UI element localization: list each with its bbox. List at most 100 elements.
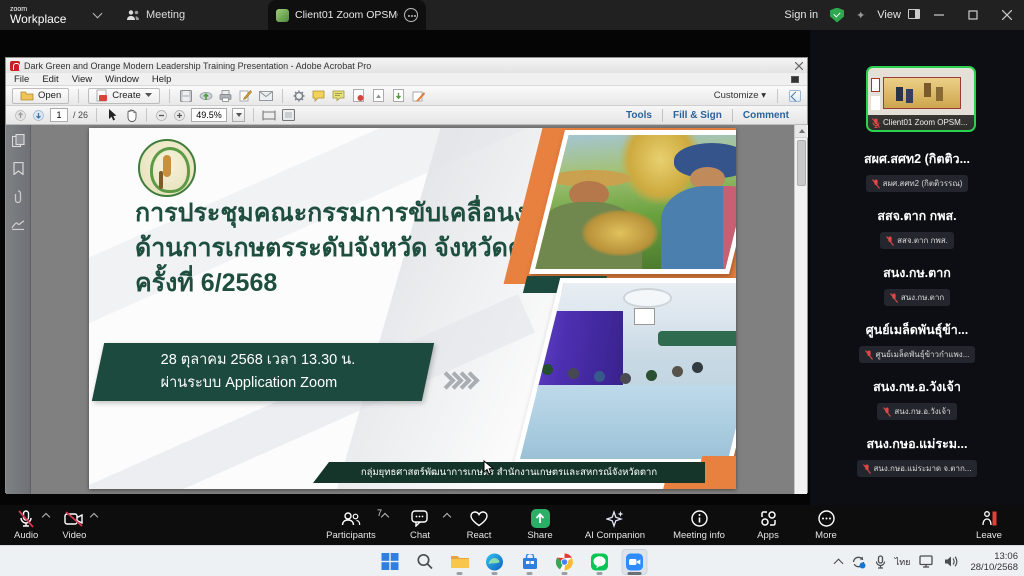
fit-page-icon[interactable] <box>281 108 295 122</box>
zoom-out-button[interactable] <box>155 109 168 122</box>
menu-file[interactable]: File <box>14 74 29 85</box>
view-button[interactable]: View <box>877 9 920 21</box>
next-page-button[interactable] <box>32 109 45 122</box>
more-button[interactable]: More <box>804 505 848 545</box>
participants-options-caret[interactable] <box>381 513 389 521</box>
start-button[interactable] <box>377 549 403 575</box>
file-explorer-icon[interactable] <box>447 549 473 575</box>
tray-mic-icon[interactable] <box>875 555 886 569</box>
sign-in-button[interactable]: Sign in <box>784 9 818 21</box>
tray-expand-icon[interactable] <box>833 558 843 568</box>
close-button[interactable] <box>990 0 1024 30</box>
zoom-app-icon[interactable] <box>622 549 648 575</box>
save-icon[interactable] <box>179 89 193 103</box>
react-button[interactable]: React <box>456 505 502 545</box>
acrobat-nav-toolbar: / 26 Tools <box>6 106 807 125</box>
upload-cloud-icon[interactable] <box>199 89 213 103</box>
language-indicator[interactable]: ไทย <box>895 555 911 569</box>
sign-icon[interactable] <box>239 89 253 103</box>
participant-tile[interactable]: สนง.กษ.ตาก สนง.กษ.ตาก <box>810 254 1024 311</box>
chat-options-caret[interactable] <box>443 513 451 521</box>
tools-panel-tab[interactable]: Tools <box>616 110 662 121</box>
muted-mic-icon <box>863 464 871 474</box>
page-number-input[interactable] <box>50 108 68 122</box>
ai-companion-button[interactable]: AI Companion <box>578 505 652 545</box>
gear-icon[interactable] <box>292 89 306 103</box>
mouse-cursor <box>483 460 494 476</box>
pages-panel-icon[interactable] <box>12 134 25 147</box>
fill-sign-panel-tab[interactable]: Fill & Sign <box>663 110 732 121</box>
scroll-up-arrow[interactable] <box>795 125 808 138</box>
document-restore-icon[interactable] <box>791 76 799 83</box>
pdf-export-icon[interactable] <box>352 89 366 103</box>
tab-meeting[interactable]: Meeting <box>118 0 193 30</box>
acrobat-close-icon[interactable] <box>795 62 803 70</box>
chevron-down-icon[interactable] <box>93 9 103 19</box>
participants-button[interactable]: Participants 7 <box>318 505 384 545</box>
menu-help[interactable]: Help <box>152 74 172 85</box>
video-button[interactable]: Video <box>62 505 86 545</box>
scrollbar-thumb[interactable] <box>797 140 806 186</box>
signatures-panel-icon[interactable] <box>11 219 25 230</box>
people-icon <box>126 9 140 21</box>
leave-button[interactable]: Leave <box>966 505 1012 545</box>
zoom-meeting-window: zoom Workplace Meeting Client01 Zoom OPS… <box>0 0 1024 576</box>
microsoft-store-icon[interactable] <box>517 549 543 575</box>
expand-toolbar-icon[interactable] <box>789 90 801 102</box>
participant-tile[interactable]: ศูนย์เมล็ดพันธุ์ข้า... ศูนย์เมล็ดพันธุ์ข… <box>810 311 1024 368</box>
search-button[interactable] <box>412 549 438 575</box>
network-display-icon[interactable] <box>919 555 935 568</box>
pdf-download-icon[interactable] <box>392 89 406 103</box>
comment-bubble-icon[interactable] <box>312 89 326 103</box>
create-button[interactable]: Create <box>88 88 160 104</box>
menu-edit[interactable]: Edit <box>42 74 58 85</box>
taskbar-clock[interactable]: 13:06 28/10/2568 <box>970 551 1018 573</box>
maximize-button[interactable] <box>956 0 990 30</box>
print-icon[interactable] <box>219 89 233 103</box>
zoom-in-button[interactable] <box>173 109 186 122</box>
speaker-icon[interactable] <box>944 555 959 568</box>
share-button[interactable]: Share <box>516 505 564 545</box>
participant-tile[interactable]: สนง.กษอ.แม่ระม... สนง.กษอ.แม่ระมาด จ.ตาก… <box>810 425 1024 482</box>
active-speaker-video-tile[interactable]: Client01 Zoom OPSM... <box>866 66 976 132</box>
chat-button[interactable]: Chat <box>398 505 442 545</box>
open-button[interactable]: Open <box>12 88 69 104</box>
select-tool-icon[interactable] <box>105 108 119 122</box>
comment-panel-tab[interactable]: Comment <box>733 110 799 121</box>
tab-options-icon[interactable] <box>404 8 418 22</box>
ai-sparkle-icon[interactable]: ✦ <box>856 9 865 22</box>
bookmarks-panel-icon[interactable] <box>13 162 24 175</box>
meeting-info-button[interactable]: Meeting info <box>666 505 732 545</box>
hand-tool-icon[interactable] <box>124 108 138 122</box>
previous-page-button[interactable] <box>14 109 27 122</box>
minimize-button[interactable] <box>922 0 956 30</box>
tab-shared-screen[interactable]: Client01 Zoom OPSMOAC's scree <box>268 0 426 30</box>
pdf-page-icon[interactable] <box>372 89 386 103</box>
participant-tile[interactable]: สผศ.สศท2 (กิตติว... สผศ.สศท2 (กิตติวรรณ) <box>810 140 1024 197</box>
vertical-scrollbar[interactable] <box>794 125 807 494</box>
menu-view[interactable]: View <box>72 74 92 85</box>
participant-tile[interactable]: สสจ.ตาก กพส. สสจ.ตาก กพส. <box>810 197 1024 254</box>
acrobat-document-view: การประชุมคณะกรรมการขับเคลื่อนงาน ด้านการ… <box>6 125 807 494</box>
chrome-browser-icon[interactable] <box>552 549 578 575</box>
line-app-icon[interactable] <box>587 549 613 575</box>
security-shield-icon[interactable] <box>830 8 844 23</box>
participant-tile[interactable]: สนง.กษ.อ.วังเจ้า สนง.กษ.อ.วังเจ้า <box>810 368 1024 425</box>
zoom-dropdown-button[interactable] <box>232 108 245 122</box>
highlight-icon[interactable] <box>412 89 426 103</box>
email-icon[interactable] <box>259 89 273 103</box>
apps-icon <box>760 510 777 527</box>
update-sync-icon[interactable] <box>851 555 866 569</box>
ministry-seal-logo <box>138 139 196 197</box>
sticky-note-icon[interactable] <box>332 89 346 103</box>
audio-options-caret[interactable] <box>42 513 50 521</box>
video-options-caret[interactable] <box>90 513 98 521</box>
menu-window[interactable]: Window <box>105 74 139 85</box>
scroll-mode-icon[interactable] <box>262 108 276 122</box>
edge-browser-icon[interactable] <box>482 549 508 575</box>
zoom-level-input[interactable] <box>191 108 227 122</box>
apps-button[interactable]: Apps <box>746 505 790 545</box>
audio-button[interactable]: Audio <box>14 505 38 545</box>
customize-button[interactable]: Customize ▾ <box>714 90 766 101</box>
attachments-panel-icon[interactable] <box>13 190 23 204</box>
